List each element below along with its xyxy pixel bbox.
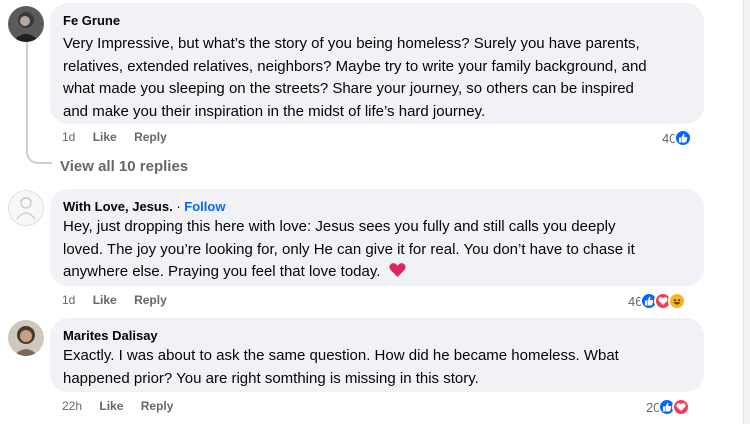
- reaction-summary[interactable]: 20: [646, 396, 691, 418]
- like-reaction-icon: [674, 129, 693, 147]
- comment-text-line: happened prior? You are right somthing i…: [63, 369, 479, 387]
- scrollbar-track[interactable]: [743, 0, 750, 424]
- like-button[interactable]: Like: [99, 399, 123, 413]
- reply-thread-connector: [26, 140, 52, 164]
- reaction-summary[interactable]: 40: [662, 127, 693, 149]
- comment-actions: 1d Like Reply: [62, 293, 181, 307]
- reply-button[interactable]: Reply: [141, 399, 174, 413]
- comment-text-line: relatives, extended relatives, neighbors…: [63, 57, 647, 75]
- red-heart-emoji: [389, 262, 406, 286]
- follow-button[interactable]: Follow: [184, 199, 225, 214]
- comment-author[interactable]: With Love, Jesus.: [63, 199, 173, 214]
- love-reaction-icon: [672, 398, 691, 416]
- comment-actions: 1d Like Reply: [62, 130, 181, 144]
- comment-timestamp[interactable]: 1d: [62, 130, 75, 144]
- haha-reaction-icon: [668, 292, 687, 310]
- avatar[interactable]: [8, 320, 44, 356]
- reply-button[interactable]: Reply: [134, 293, 167, 307]
- comment-text-line: what made you sleeping on the streets? S…: [63, 80, 634, 97]
- avatar[interactable]: [8, 6, 44, 42]
- comment-text-line: Exactly. I was about to ask the same que…: [63, 347, 619, 364]
- reaction-summary[interactable]: 46: [628, 290, 687, 312]
- comment-author[interactable]: Marites Dalisay: [63, 328, 158, 343]
- reply-thread-line: [26, 42, 28, 154]
- comment-timestamp[interactable]: 22h: [62, 399, 82, 413]
- comment-text-line-last: anywhere else. Praying you feel that lov…: [63, 261, 406, 286]
- comment-timestamp[interactable]: 1d: [62, 293, 75, 307]
- comment-text-line: Very Impressive, but what’s the story of…: [63, 35, 640, 52]
- avatar[interactable]: [8, 190, 44, 226]
- comment-text-line: Hey, just dropping this here with love: …: [63, 218, 616, 235]
- comment-text: anywhere else. Praying you feel that lov…: [63, 263, 381, 280]
- comment-author-row: With Love, Jesus. · Follow: [63, 199, 225, 214]
- view-replies-link[interactable]: View all 10 replies: [60, 158, 188, 175]
- reply-button[interactable]: Reply: [134, 130, 167, 144]
- comment-author[interactable]: Fe Grune: [63, 13, 120, 28]
- comment-text-line: and make you their inspiration in the mi…: [63, 102, 486, 120]
- comment-bubble: With Love, Jesus. · Follow Hey, just dro…: [50, 189, 704, 286]
- comment-text-line: loved. The joy you’re looking for, only …: [63, 240, 635, 258]
- comment-bubble: Fe Grune Very Impressive, but what’s the…: [50, 3, 704, 124]
- like-button[interactable]: Like: [93, 130, 117, 144]
- comment-bubble: Marites Dalisay Exactly. I was about to …: [50, 318, 704, 392]
- comment-actions: 22h Like Reply: [62, 399, 187, 413]
- separator-dot: ·: [176, 199, 181, 214]
- like-button[interactable]: Like: [93, 293, 117, 307]
